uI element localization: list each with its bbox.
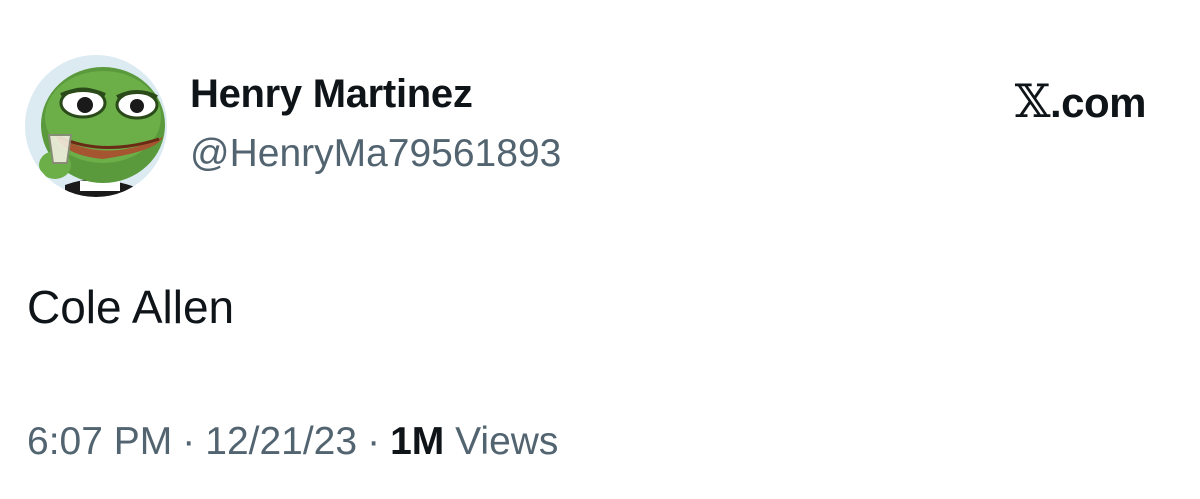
brand-logo: 𝕏.com bbox=[1014, 74, 1147, 128]
author-handle[interactable]: @HenryMa79561893 bbox=[190, 132, 561, 176]
author-display-name[interactable]: Henry Martinez bbox=[190, 72, 473, 117]
meta-separator: · bbox=[182, 420, 196, 463]
tweet-card: Henry Martinez @HenryMa79561893 𝕏.com Co… bbox=[0, 0, 1200, 499]
avatar[interactable] bbox=[25, 55, 167, 197]
brand-suffix: .com bbox=[1049, 79, 1147, 126]
tweet-date[interactable]: 12/21/23 bbox=[205, 420, 357, 463]
tweet-text: Cole Allen bbox=[27, 281, 235, 333]
x-logo-icon: 𝕏 bbox=[1014, 74, 1051, 128]
meta-separator: · bbox=[367, 420, 381, 463]
views-label: Views bbox=[455, 420, 559, 463]
frog-avatar-icon bbox=[25, 55, 167, 197]
views-count: 1M bbox=[390, 420, 445, 463]
tweet-time[interactable]: 6:07 PM bbox=[27, 420, 172, 463]
tweet-meta: 6:07 PM · 12/21/23 · 1M Views bbox=[27, 420, 558, 464]
